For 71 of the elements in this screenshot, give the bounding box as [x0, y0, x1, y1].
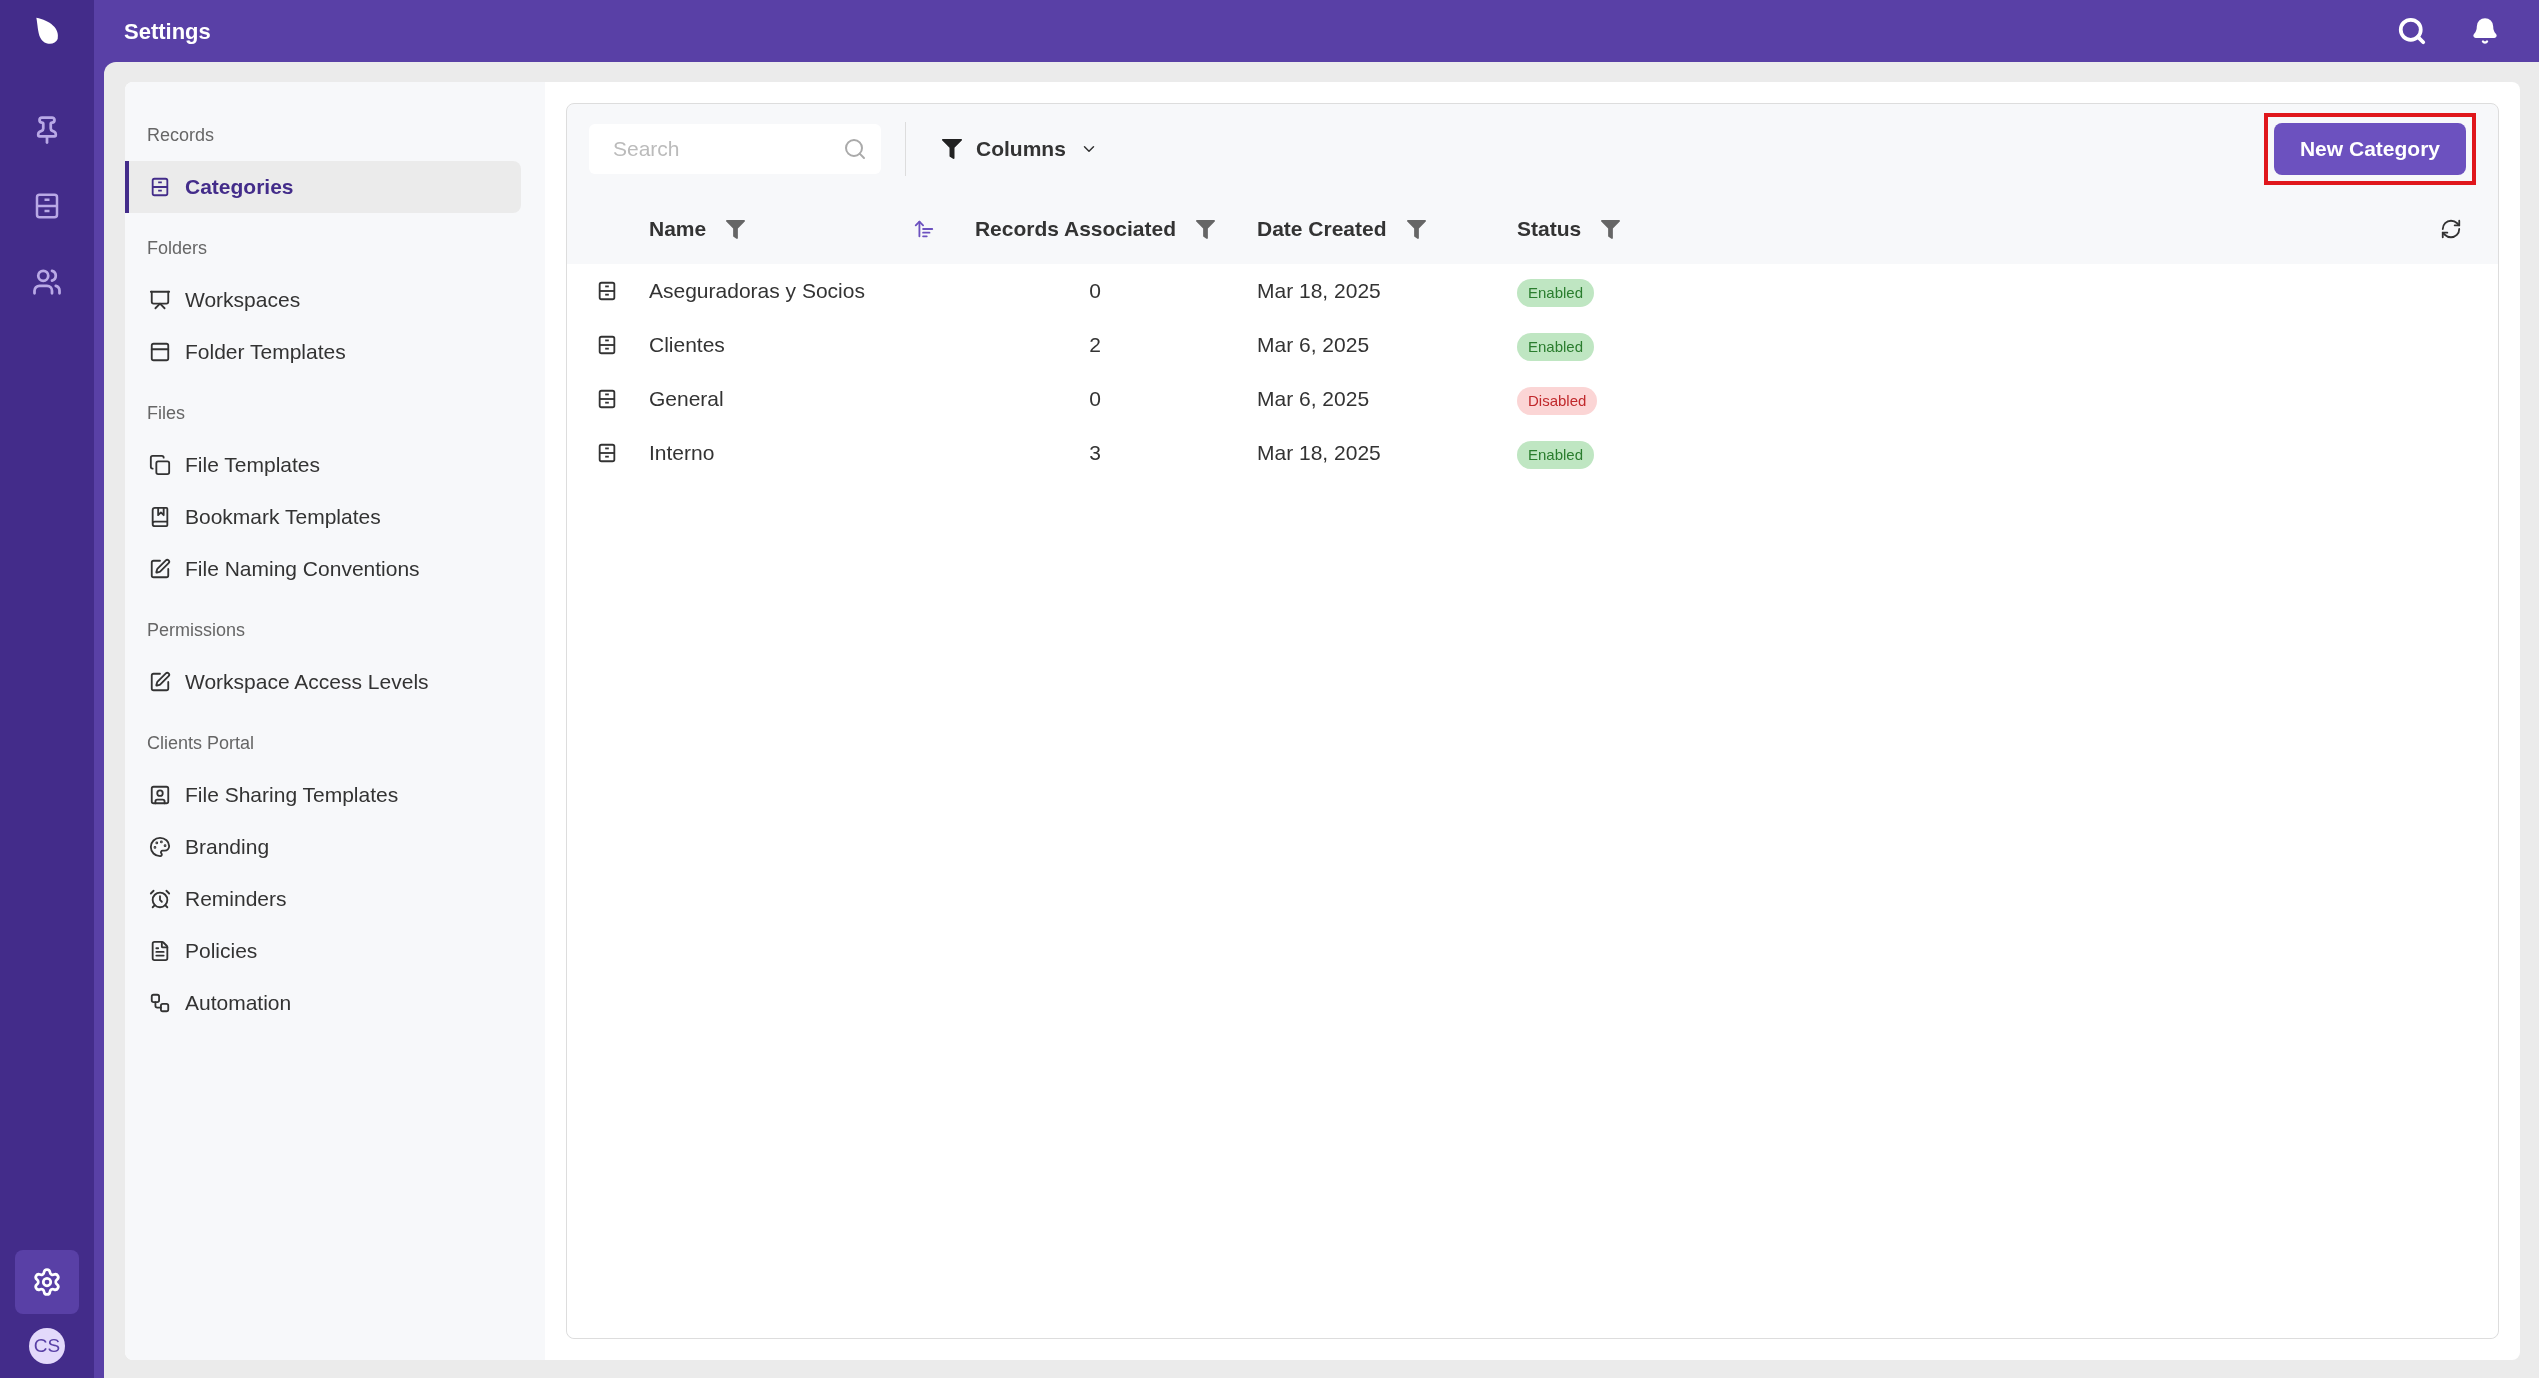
cabinet-icon — [596, 334, 618, 356]
filter-icon — [942, 139, 962, 159]
sidebar-item[interactable]: File Naming Conventions — [125, 543, 521, 595]
window-icon — [149, 341, 171, 363]
table-cell-text: Mar 6, 2025 — [1256, 386, 1371, 413]
user-avatar[interactable]: CS — [29, 1328, 65, 1364]
sort-icon[interactable] — [913, 218, 935, 240]
table-cell-text: Mar 6, 2025 — [1256, 332, 1371, 359]
table-cell-text: Interno — [648, 440, 716, 467]
sidebar-item[interactable]: Workspace Access Levels — [125, 656, 521, 708]
cabinet-icon — [596, 280, 618, 302]
refresh-icon[interactable] — [2440, 218, 2462, 240]
table-cell-text: Aseguradoras y Socios — [648, 278, 866, 305]
sidebar-item[interactable]: Policies — [125, 925, 521, 977]
sidebar-item[interactable]: Reminders — [125, 873, 521, 925]
table-cell-text: Clientes — [648, 332, 726, 359]
section-heading: Records — [146, 124, 216, 147]
section-heading: Permissions — [146, 619, 247, 642]
section-heading: Folders — [146, 237, 209, 260]
sidebar-item[interactable]: Workspaces — [125, 274, 521, 326]
search-field[interactable]: Search — [589, 124, 881, 174]
column-header[interactable]: Date Created — [1257, 213, 1387, 245]
sidebar-item[interactable]: Categories — [125, 161, 521, 213]
notification-bell-icon[interactable] — [2471, 17, 2499, 45]
settings-icon — [32, 1267, 62, 1297]
edit-icon — [149, 671, 171, 693]
column-header[interactable]: Status — [1517, 213, 1582, 245]
filter-icon[interactable] — [726, 219, 746, 239]
search-icon — [843, 137, 867, 161]
table-cell-text: Mar 18, 2025 — [1256, 278, 1382, 305]
document-icon — [149, 940, 171, 962]
table-cell-text: 2 — [1088, 332, 1102, 359]
table-cell-text: 0 — [1088, 278, 1102, 305]
sidebar-item[interactable]: Automation — [125, 977, 521, 1029]
alarm-clock-icon — [149, 888, 171, 910]
table-cell-text: 0 — [1088, 386, 1102, 413]
cabinet-icon — [596, 388, 618, 410]
new-category-button[interactable]: New Category — [2273, 123, 2466, 175]
edit-icon — [149, 558, 171, 580]
table-cell-text: General — [648, 386, 725, 413]
cabinet-icon — [596, 442, 618, 464]
workflow-icon — [149, 992, 171, 1014]
copy-icon — [149, 454, 171, 476]
section-heading: Files — [146, 402, 186, 425]
column-header[interactable]: Name — [649, 213, 707, 245]
bookmark-book-icon — [149, 506, 171, 528]
status-badge: Disabled — [1517, 386, 1598, 416]
contact-icon — [149, 784, 171, 806]
page-title: Settings — [124, 17, 211, 46]
status-badge: Enabled — [1517, 278, 1595, 308]
columns-button[interactable]: Columns — [930, 124, 1110, 174]
filter-icon[interactable] — [1601, 219, 1621, 239]
sidebar-item[interactable]: Bookmark Templates — [125, 491, 521, 543]
column-header[interactable]: Records Associated — [974, 213, 1177, 245]
status-badge: Enabled — [1517, 440, 1595, 470]
sidebar-item[interactable]: File Sharing Templates — [125, 769, 521, 821]
status-badge: Enabled — [1517, 332, 1595, 362]
table-cell-text: 3 — [1088, 440, 1102, 467]
rail-button[interactable] — [15, 1250, 79, 1314]
cabinet-icon — [149, 176, 171, 198]
filter-icon[interactable] — [1406, 219, 1426, 239]
presentation-icon — [149, 289, 171, 311]
sidebar-item[interactable]: Folder Templates — [125, 326, 521, 378]
search-icon[interactable] — [2397, 16, 2427, 46]
users-icon — [32, 267, 62, 297]
section-heading: Clients Portal — [146, 732, 256, 755]
sidebar-item[interactable]: File Templates — [125, 439, 521, 491]
sidebar-item[interactable]: Branding — [125, 821, 521, 873]
palette-icon — [149, 836, 171, 858]
filter-icon[interactable] — [1196, 219, 1216, 239]
table-cell-text: Mar 18, 2025 — [1256, 440, 1382, 467]
